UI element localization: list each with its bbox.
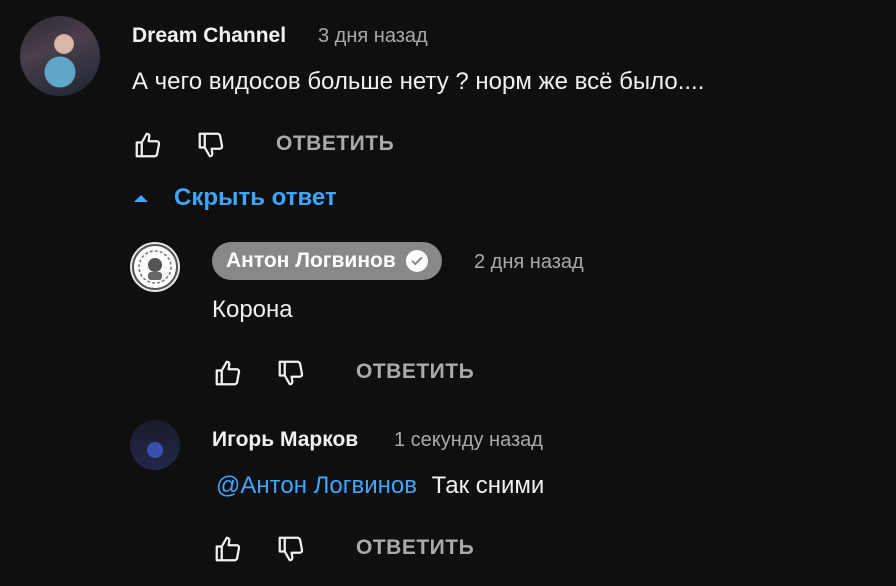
hide-replies-label: Скрыть ответ xyxy=(174,184,337,211)
owner-author-badge[interactable]: Антон Логвинов xyxy=(212,242,442,280)
like-button[interactable] xyxy=(213,534,243,564)
reply-button[interactable]: ОТВЕТИТЬ xyxy=(276,132,394,156)
comment-author[interactable]: Dream Channel xyxy=(132,24,286,48)
thumbs-down-icon xyxy=(278,360,304,386)
thumbs-up-icon xyxy=(135,132,161,158)
reply-text-line: @Антон Логвинов Так сними xyxy=(216,472,544,500)
dislike-button[interactable] xyxy=(276,358,306,388)
reply-author[interactable]: Игорь Марков xyxy=(212,428,358,452)
dislike-button[interactable] xyxy=(196,130,226,160)
avatar-dream-channel[interactable] xyxy=(20,16,100,96)
reply-timestamp[interactable]: 1 секунду назад xyxy=(394,429,543,452)
like-button[interactable] xyxy=(213,358,243,388)
avatar-emblem xyxy=(132,244,178,290)
reply-timestamp[interactable]: 2 дня назад xyxy=(474,251,584,274)
reply-button[interactable]: ОТВЕТИТЬ xyxy=(356,536,474,560)
thumbs-down-icon xyxy=(198,132,224,158)
avatar-anton-logvinov[interactable] xyxy=(130,242,180,292)
comment-timestamp[interactable]: 3 дня назад xyxy=(318,25,428,48)
reply-text: Так сними xyxy=(431,472,545,499)
avatar-igor-markov[interactable] xyxy=(130,420,180,470)
checkmark-icon xyxy=(405,250,428,272)
reply-text: Корона xyxy=(212,296,293,323)
hide-replies-toggle[interactable]: Скрыть ответ xyxy=(134,184,337,212)
reply-author: Антон Логвинов xyxy=(226,249,396,272)
thumbs-down-icon xyxy=(278,536,304,562)
triangle-up-icon xyxy=(134,194,148,202)
dislike-button[interactable] xyxy=(276,534,306,564)
comment-text: А чего видосов больше нету ? норм же всё… xyxy=(132,68,705,95)
thumbs-up-icon xyxy=(215,360,241,386)
like-button[interactable] xyxy=(133,130,163,160)
mention-link[interactable]: @Антон Логвинов xyxy=(216,472,417,499)
reply-button[interactable]: ОТВЕТИТЬ xyxy=(356,360,474,384)
thumbs-up-icon xyxy=(215,536,241,562)
